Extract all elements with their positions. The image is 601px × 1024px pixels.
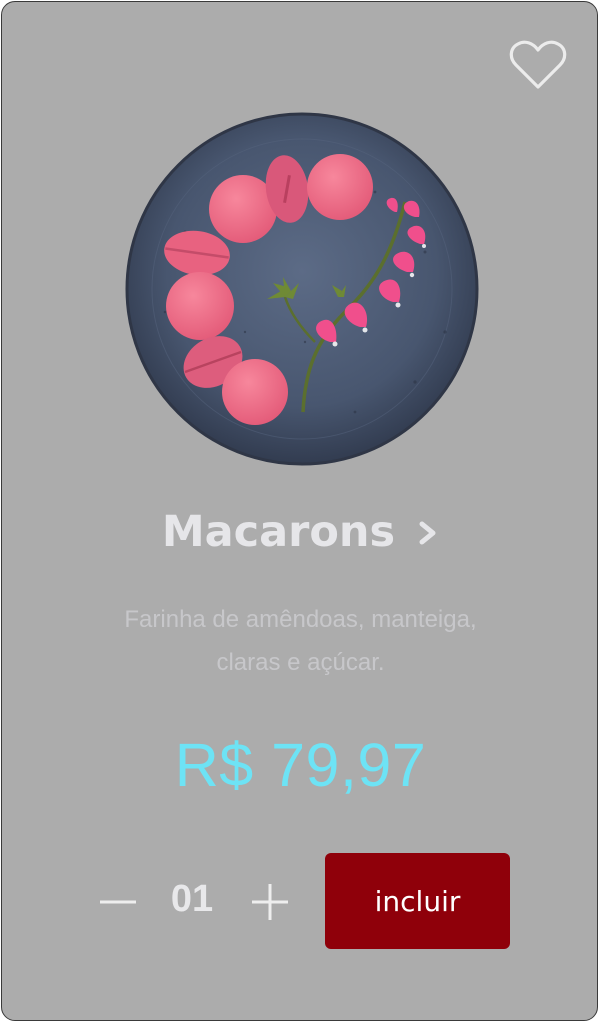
minus-icon — [100, 900, 136, 904]
add-to-cart-button[interactable]: incluir — [325, 853, 510, 949]
chevron-right-icon — [419, 521, 436, 545]
macarons-plate-image — [125, 112, 479, 466]
favorite-button[interactable] — [508, 40, 568, 92]
product-price: R$ 79,97 — [174, 731, 427, 799]
increment-button[interactable] — [248, 880, 292, 924]
plus-icon — [252, 884, 288, 920]
product-image — [125, 112, 479, 466]
product-title-link[interactable]: Macarons — [2, 502, 597, 562]
quantity-value: 01 — [170, 878, 214, 920]
decrement-button[interactable] — [94, 882, 142, 922]
heart-outline-icon — [509, 40, 567, 89]
description-line-2: claras e açúcar. — [216, 649, 385, 676]
product-description: Farinha de amêndoas, manteiga, claras e … — [62, 598, 539, 684]
product-title: Macarons — [161, 507, 396, 557]
description-line-1: Farinha de amêndoas, manteiga, — [124, 606, 477, 633]
product-card: Macarons Farinha de amêndoas, manteiga, … — [1, 1, 598, 1021]
